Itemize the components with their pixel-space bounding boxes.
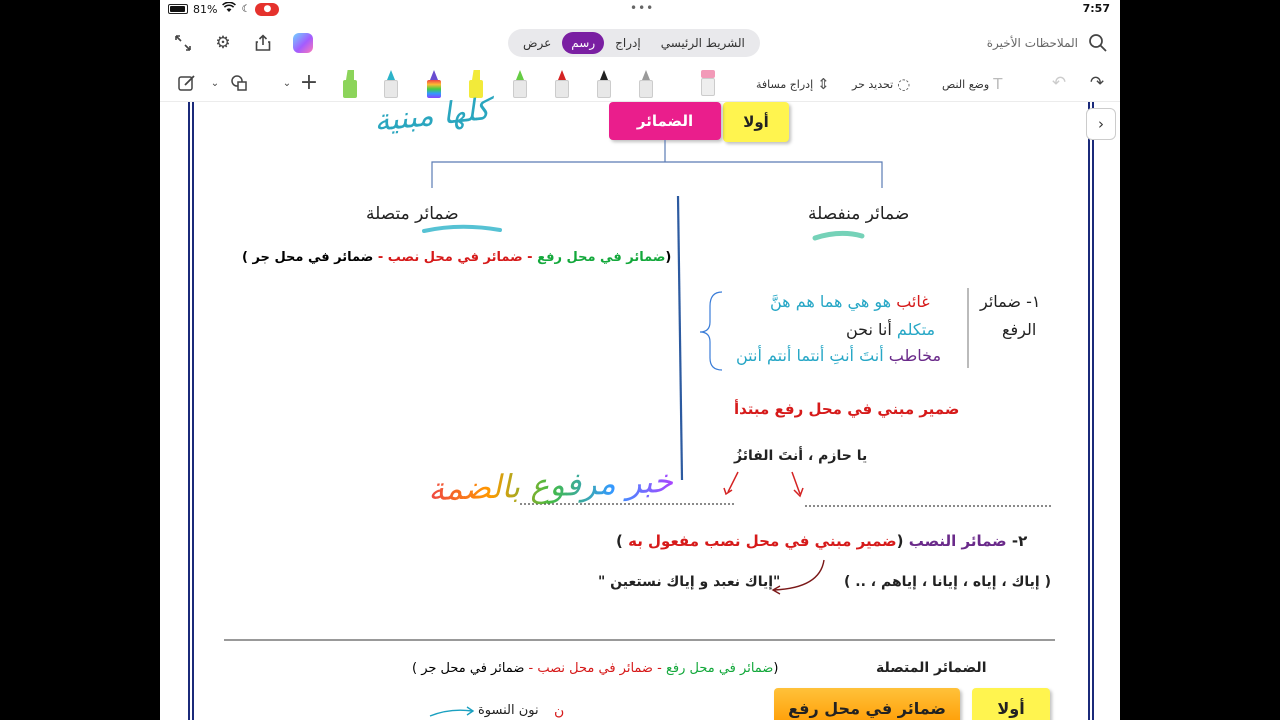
- addressee-row: مخاطب أنتَ أنتِ أنتما أنتم أنتن: [736, 346, 942, 365]
- nasb-heading: ٢- ضمائر النصب (ضمير مبني في محل نصب مفع…: [616, 532, 1028, 550]
- quran-quote: "إياك نعبد و إياك نستعين ": [598, 574, 781, 590]
- bottom-first-box: أولا: [972, 688, 1050, 720]
- speaker-row: متكلم أنا نحن: [846, 320, 936, 339]
- bottom-raf-box: ضمائر في محل رفع: [774, 688, 960, 720]
- example-sentence: يا حازم ، أنتَ الفائزُ: [734, 448, 868, 464]
- raf-label-line2: الرفع: [1002, 320, 1037, 339]
- connected-heading: ضمائر متصلة: [366, 204, 459, 224]
- mubtada-note: ضمير مبني في محل رفع مبتدأ: [734, 400, 960, 418]
- separate-heading: ضمائر منفصلة: [808, 204, 910, 224]
- connected-types: (ضمائر في محل رفع - ضمائر في محل نصب - ض…: [242, 250, 672, 265]
- diagram-lines: [224, 140, 1055, 717]
- bottom-title: الضمائر المتصلة: [876, 660, 987, 676]
- absent-row: غائب هو هي هما هم هنَّ: [770, 292, 930, 311]
- noon-label: نون النسوة: [478, 703, 539, 718]
- nasb-list: ( إياك ، إياه ، إيانا ، إياهم ، .. ): [844, 574, 1051, 590]
- raf-label-line1: ١- ضمائر: [980, 292, 1041, 311]
- onenote-screen: 81% ☾ ● ••• 7:57 ⚙ الشريط الرئيسي إدراج …: [160, 0, 1120, 720]
- noon-letter: ن: [554, 703, 565, 719]
- bottom-types: (ضمائر في محل رفع - ضمائر في محل نصب - ض…: [412, 661, 779, 676]
